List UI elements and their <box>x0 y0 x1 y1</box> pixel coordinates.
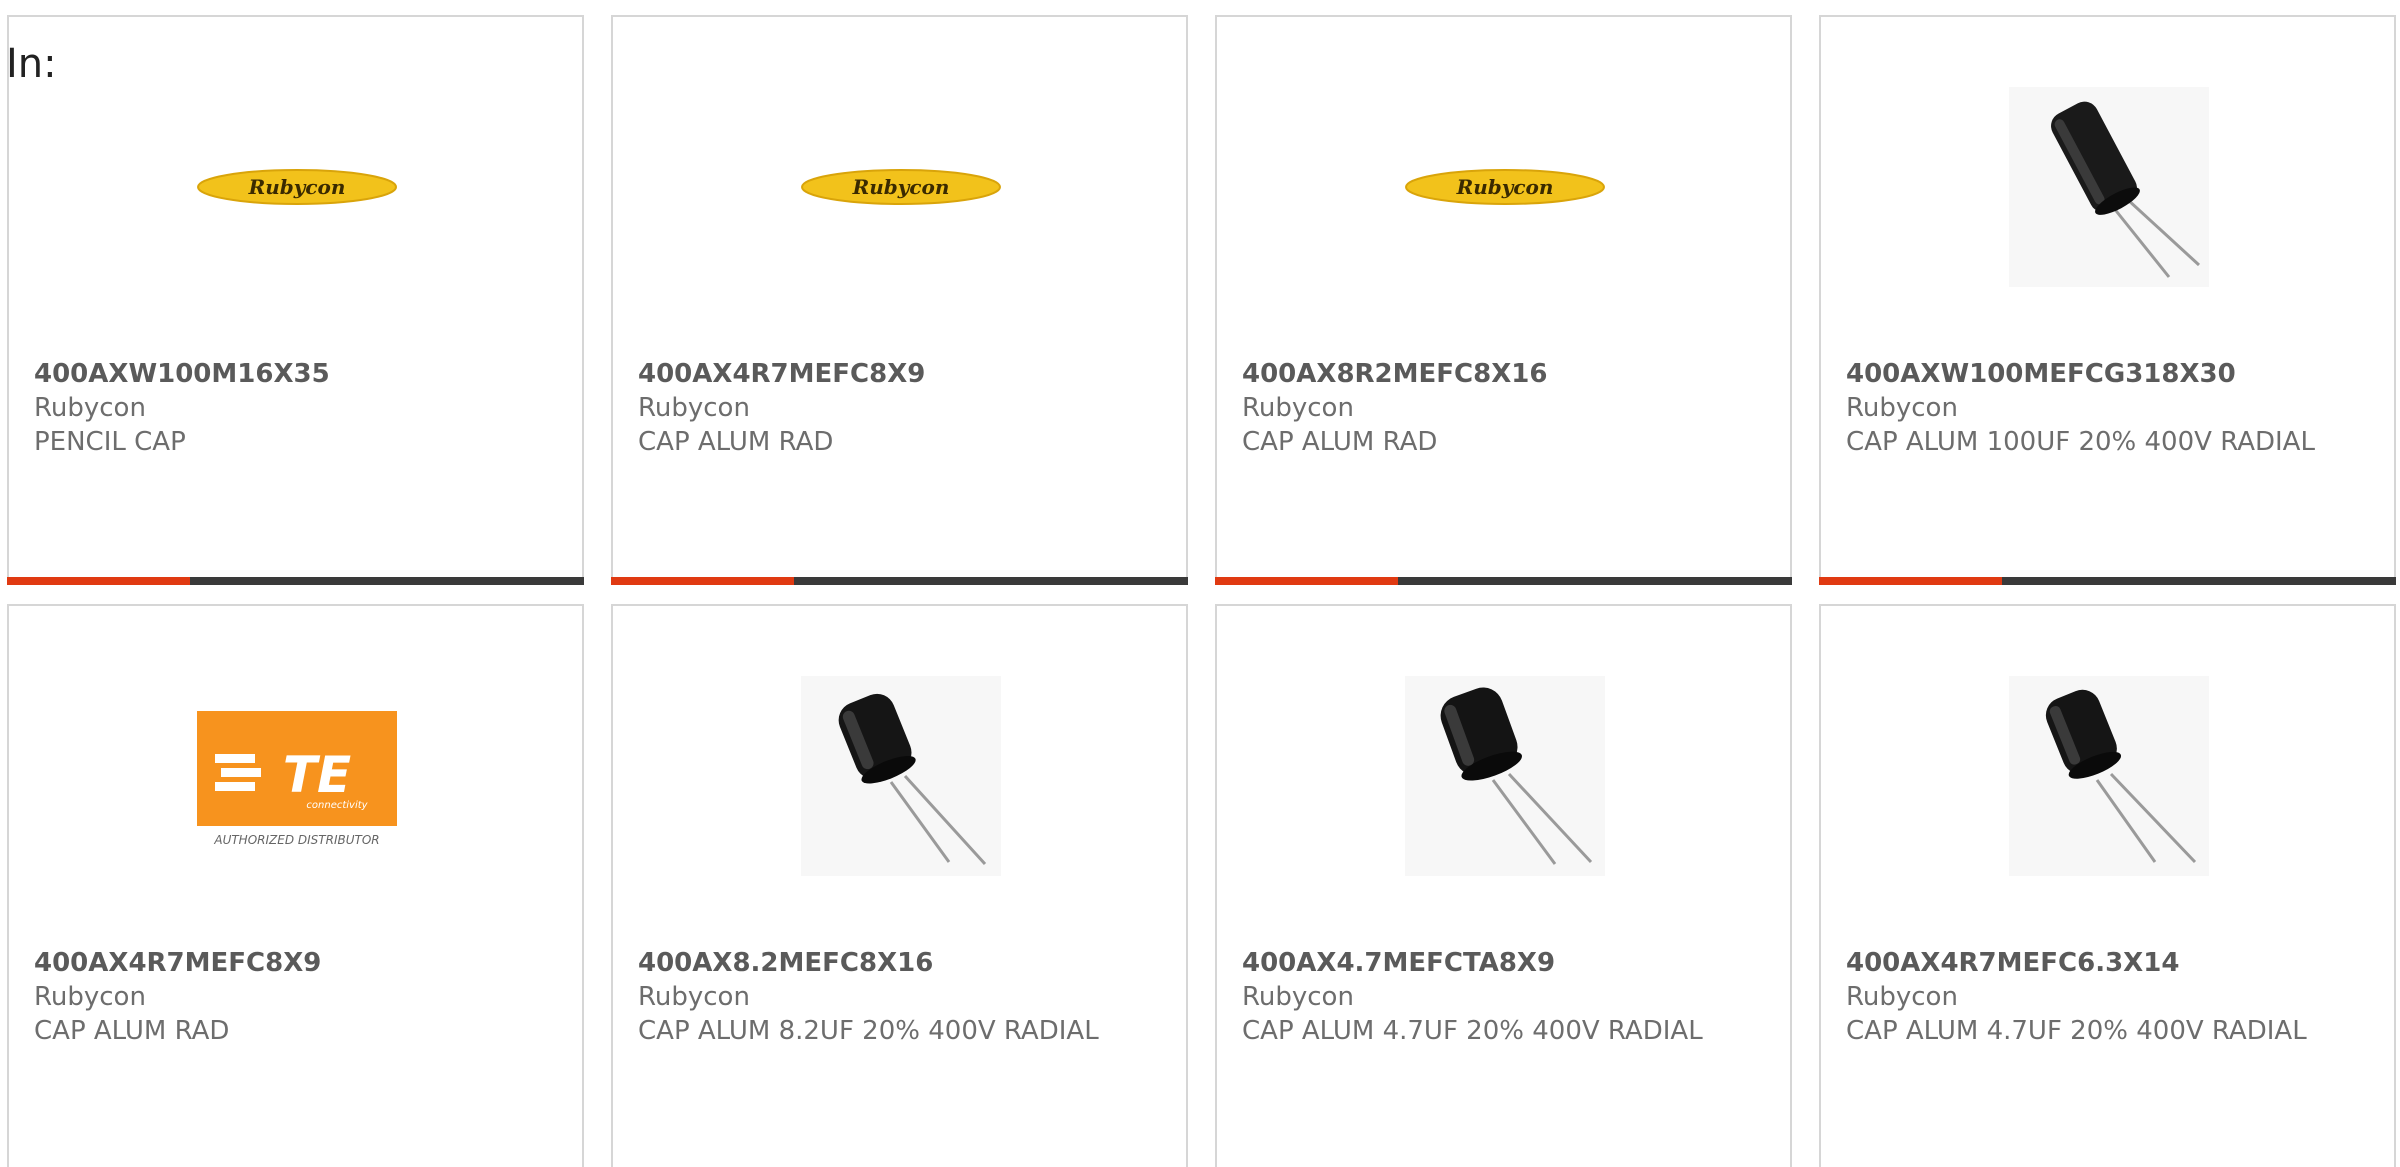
product-card[interactable]: 400AX4R7MEFC6.3X14 Rubycon CAP ALUM 4.7U… <box>1819 604 2396 1167</box>
capacitor-photo <box>2009 87 2209 287</box>
manufacturer: Rubycon <box>1846 982 1958 1012</box>
manufacturer: Rubycon <box>1242 393 1354 423</box>
description: CAP ALUM 4.7UF 20% 400V RADIAL <box>1242 1016 1703 1046</box>
description: CAP ALUM 4.7UF 20% 400V RADIAL <box>1846 1016 2307 1046</box>
product-card[interactable]: Rubycon 400AX4R7MEFC8X9 Rubycon CAP ALUM… <box>611 15 1188 585</box>
description: CAP ALUM RAD <box>638 427 834 457</box>
part-number[interactable]: 400AX8R2MEFC8X16 <box>1242 357 1762 391</box>
part-number[interactable]: 400AX8.2MEFC8X16 <box>638 946 1158 980</box>
part-number[interactable]: 400AXW100M16X35 <box>34 357 554 391</box>
part-number[interactable]: 400AX4R7MEFC8X9 <box>34 946 554 980</box>
manufacturer: Rubycon <box>1242 982 1354 1012</box>
product-card[interactable]: 400AX4.7MEFCTA8X9 Rubycon CAP ALUM 4.7UF… <box>1215 604 1792 1167</box>
logo-text: TE <box>283 746 351 804</box>
product-card[interactable]: Rubycon 400AXW100M16X35 Rubycon PENCIL C… <box>7 15 584 585</box>
card-progress-bar <box>7 577 584 585</box>
manufacturer: Rubycon <box>34 982 146 1012</box>
capacitor-photo <box>2009 676 2209 876</box>
part-number[interactable]: 400AX4.7MEFCTA8X9 <box>1242 946 1762 980</box>
card-progress-accent <box>611 577 794 585</box>
product-grid-page: In: Rubycon 400AXW100M16X35 Rubycon PENC… <box>0 0 2400 1167</box>
description: CAP ALUM 8.2UF 20% 400V RADIAL <box>638 1016 1099 1046</box>
capacitor-photo <box>1405 676 1605 876</box>
rubycon-logo: Rubycon <box>801 87 1001 287</box>
product-card[interactable]: Rubycon 400AX8R2MEFC8X16 Rubycon CAP ALU… <box>1215 15 1792 585</box>
manufacturer: Rubycon <box>34 393 146 423</box>
logo-text: Rubycon <box>852 175 950 199</box>
logo-caption: AUTHORIZED DISTRIBUTOR <box>213 833 379 847</box>
manufacturer: Rubycon <box>638 393 750 423</box>
card-progress-bar <box>611 577 1188 585</box>
filter-in-label: In: <box>6 41 57 87</box>
description: PENCIL CAP <box>34 427 186 457</box>
rubycon-logo: Rubycon <box>1405 87 1605 287</box>
card-progress-bar <box>1215 577 1792 585</box>
te-logo: TE connectivity AUTHORIZED DISTRIBUTOR <box>197 676 397 876</box>
description: CAP ALUM RAD <box>1242 427 1438 457</box>
rubycon-logo: Rubycon <box>197 87 397 287</box>
description: CAP ALUM RAD <box>34 1016 230 1046</box>
part-number[interactable]: 400AX4R7MEFC8X9 <box>638 357 1158 391</box>
card-progress-accent <box>7 577 190 585</box>
product-card[interactable]: 400AX8.2MEFC8X16 Rubycon CAP ALUM 8.2UF … <box>611 604 1188 1167</box>
manufacturer: Rubycon <box>638 982 750 1012</box>
logo-text: Rubycon <box>1456 175 1554 199</box>
product-card[interactable]: 400AXW100MEFCG318X30 Rubycon CAP ALUM 10… <box>1819 15 2396 585</box>
part-number[interactable]: 400AXW100MEFCG318X30 <box>1846 357 2366 391</box>
manufacturer: Rubycon <box>1846 393 1958 423</box>
card-progress-accent <box>1819 577 2002 585</box>
logo-text: Rubycon <box>248 175 346 199</box>
card-progress-bar <box>1819 577 2396 585</box>
card-progress-accent <box>1215 577 1398 585</box>
part-number[interactable]: 400AX4R7MEFC6.3X14 <box>1846 946 2366 980</box>
logo-sub: connectivity <box>306 800 368 811</box>
capacitor-photo <box>801 676 1001 876</box>
product-card[interactable]: TE connectivity AUTHORIZED DISTRIBUTOR 4… <box>7 604 584 1167</box>
description: CAP ALUM 100UF 20% 400V RADIAL <box>1846 427 2315 457</box>
